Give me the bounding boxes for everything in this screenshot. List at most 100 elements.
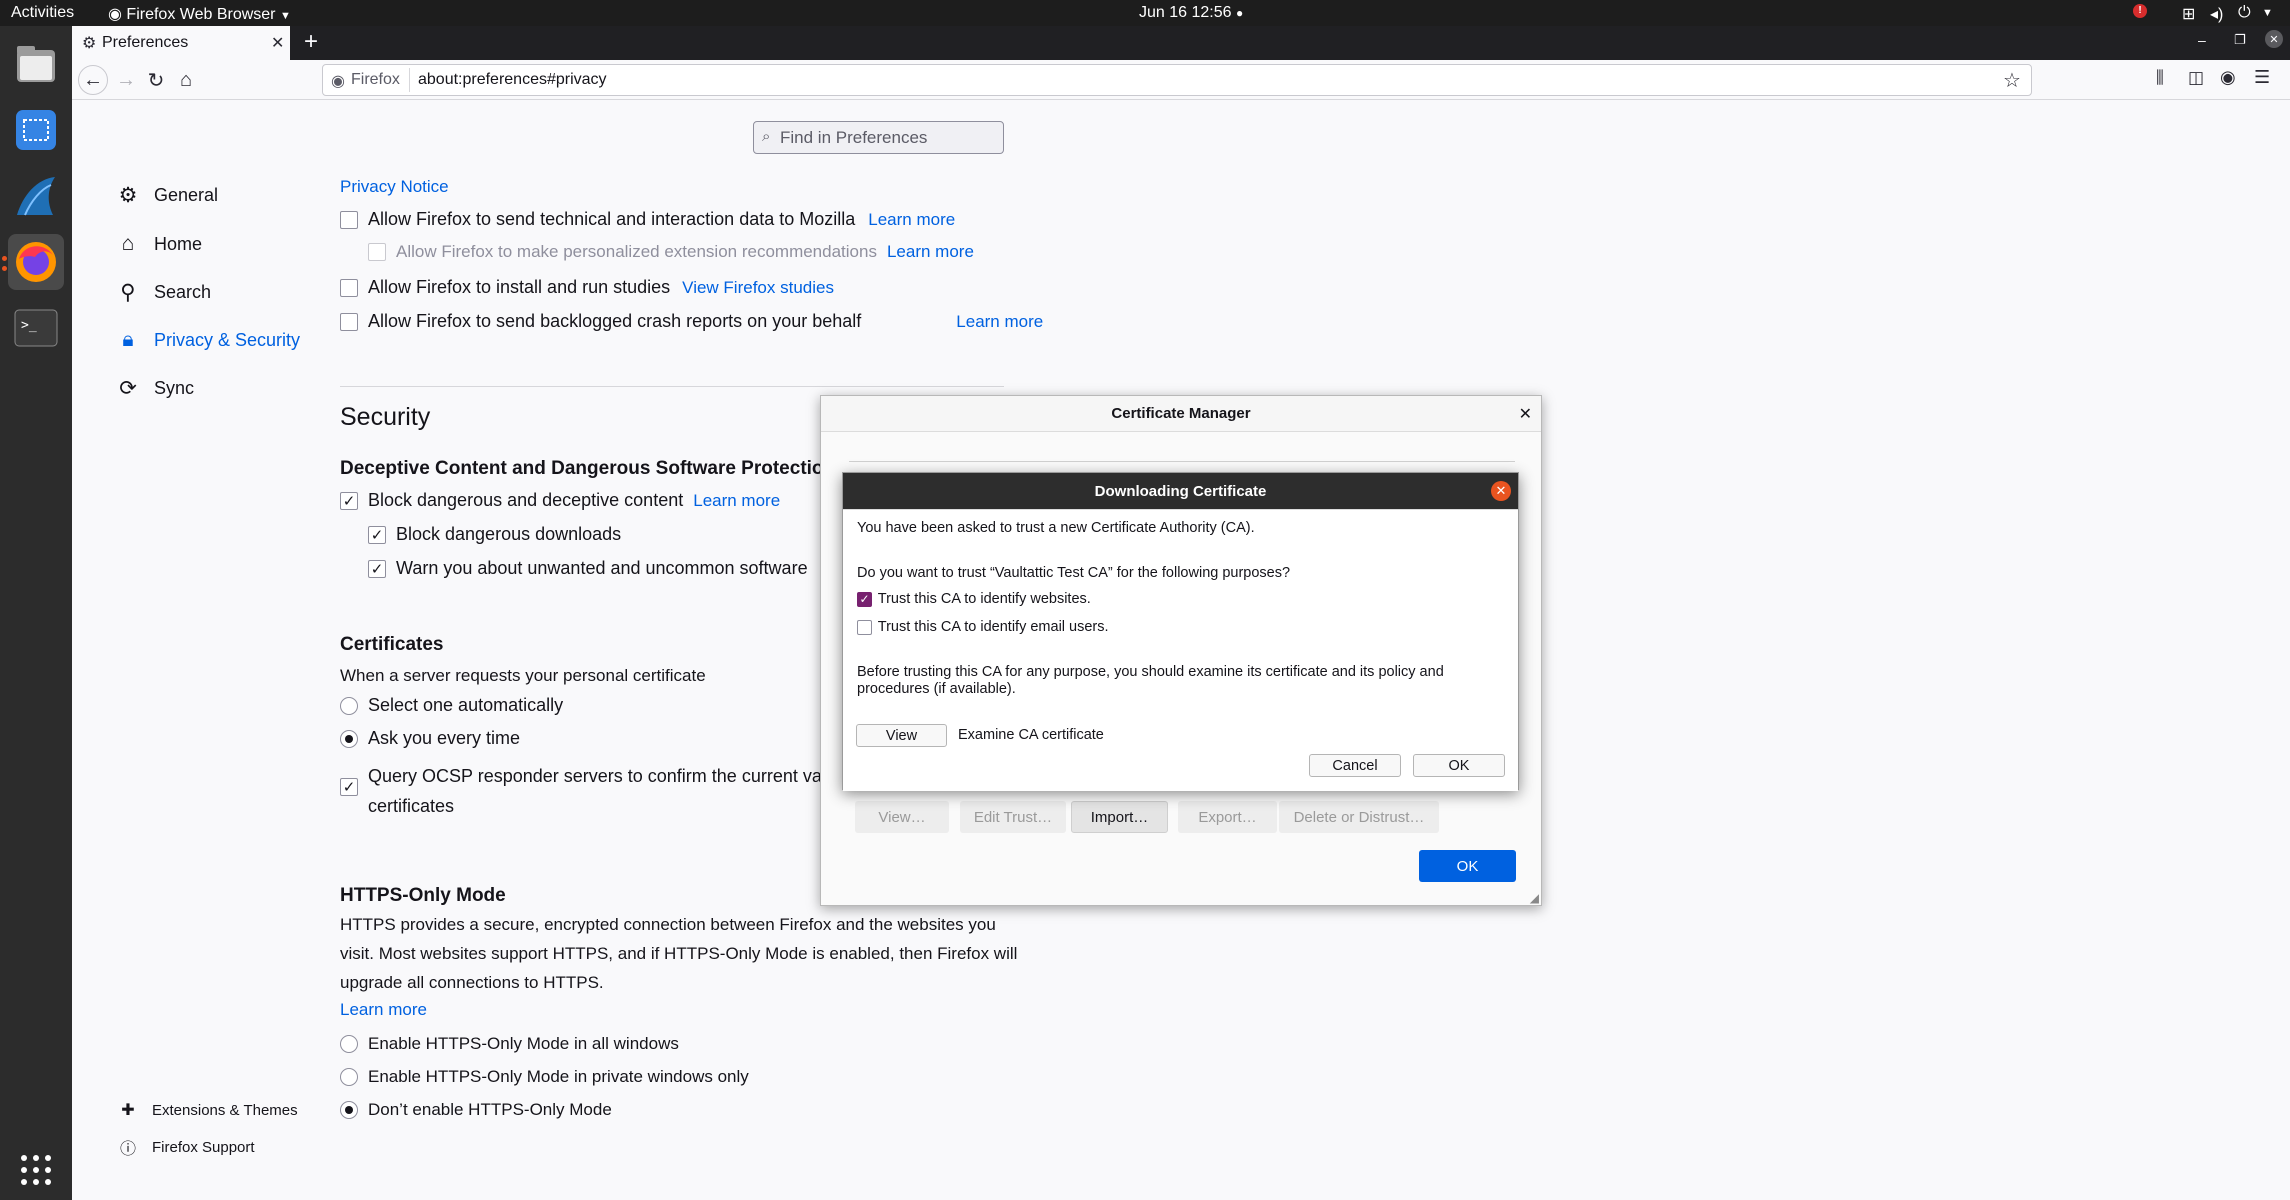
gear-icon: ⚙: [82, 35, 97, 52]
cert-import-button[interactable]: Import…: [1071, 801, 1168, 833]
category-extensions[interactable]: ✚ Extensions & Themes: [116, 1094, 297, 1126]
cert-export-button[interactable]: Export…: [1178, 801, 1277, 833]
cert-delete-button[interactable]: Delete or Distrust…: [1279, 801, 1439, 833]
telemetry-learn-more-link[interactable]: Learn more: [868, 210, 955, 230]
volume-icon[interactable]: ◂): [2210, 4, 2223, 24]
block-deceptive-checkbox[interactable]: ✓: [340, 491, 358, 510]
trust-email-checkbox[interactable]: [857, 619, 872, 635]
view-ca-certificate-button[interactable]: View: [856, 724, 947, 747]
ca-trust-intro: You have been asked to trust a new Certi…: [857, 520, 1255, 536]
trust-advice: Before trusting this CA for any purpose,…: [857, 664, 1444, 698]
https-private-only-label: Enable HTTPS-Only Mode in private window…: [368, 1067, 749, 1086]
dock-wireshark[interactable]: [8, 168, 64, 224]
new-tab-icon[interactable]: +: [304, 28, 318, 56]
grid-icon: [21, 1155, 51, 1185]
activities-button[interactable]: Activities: [11, 4, 74, 22]
power-icon[interactable]: ⏻: [2238, 4, 2251, 22]
forward-arrow-icon: →: [116, 68, 136, 91]
https-all-windows-radio[interactable]: [340, 1035, 358, 1053]
select-automatically-label: Select one automatically: [368, 695, 564, 715]
trust-email-row: Trust this CA to identify email users.: [857, 619, 1109, 635]
telemetry-checkbox[interactable]: [340, 210, 358, 229]
view-studies-link[interactable]: View Firefox studies: [682, 278, 834, 298]
close-tab-icon[interactable]: ✕: [271, 33, 284, 53]
https-learn-more-link[interactable]: Learn more: [340, 1000, 427, 1020]
reload-button[interactable]: ↻: [142, 66, 170, 94]
recommendations-label: Allow Firefox to make personalized exten…: [396, 242, 877, 261]
recommendations-row: Allow Firefox to make personalized exten…: [368, 242, 974, 262]
minimize-window-icon[interactable]: –: [2198, 32, 2206, 48]
ocsp-row: ✓ Query OCSP responder servers to confir…: [340, 761, 878, 821]
downloading-certificate-title: Downloading Certificate: [1094, 482, 1267, 500]
account-icon[interactable]: ◉: [2220, 67, 2236, 88]
cert-manager-ok-button[interactable]: OK: [1419, 850, 1516, 882]
chevron-down-icon: ▼: [279, 10, 291, 22]
url-bar[interactable]: ◉ Firefox about:preferences#privacy ☆: [322, 64, 2032, 96]
https-desc-line2: visit. Most websites support HTTPS, and …: [340, 944, 1018, 963]
telemetry-label: Allow Firefox to send technical and inte…: [368, 209, 856, 229]
sidebar-icon[interactable]: ◫: [2188, 68, 2204, 88]
tab-preferences[interactable]: ⚙ Preferences ✕: [72, 26, 290, 60]
category-label: Privacy & Security: [154, 329, 301, 350]
category-home[interactable]: ⌂ Home: [116, 228, 202, 260]
crash-reports-learn-more-link[interactable]: Learn more: [956, 312, 1043, 332]
close-icon[interactable]: ✕: [1491, 481, 1511, 501]
close-icon[interactable]: ✕: [1519, 404, 1532, 424]
home-button[interactable]: ⌂: [172, 66, 200, 94]
category-search[interactable]: ⚲ Search: [116, 276, 211, 308]
dock-files[interactable]: [8, 36, 64, 92]
category-privacy[interactable]: 🔒︎ Privacy & Security: [116, 324, 300, 356]
category-sync[interactable]: ⟳ Sync: [116, 372, 194, 404]
trust-websites-label: Trust this CA to identify websites.: [877, 591, 1091, 607]
deceptive-learn-more-link[interactable]: Learn more: [693, 491, 780, 511]
recommendations-learn-more-link[interactable]: Learn more: [887, 242, 974, 262]
network-icon[interactable]: ⊞: [2182, 4, 2195, 24]
close-window-icon[interactable]: ✕: [2265, 30, 2283, 48]
back-button[interactable]: ←: [78, 65, 108, 95]
crash-reports-checkbox[interactable]: [340, 312, 358, 331]
show-apps-button[interactable]: [8, 1142, 64, 1198]
dock-screenshot[interactable]: [8, 102, 64, 158]
recommendations-checkbox[interactable]: [368, 243, 386, 261]
category-support[interactable]: ⓘ Firefox Support: [116, 1131, 255, 1163]
trust-websites-checkbox[interactable]: ✓: [857, 591, 872, 607]
https-all-windows-row: Enable HTTPS-Only Mode in all windows: [340, 1034, 679, 1054]
app-menu[interactable]: ◉ Firefox Web Browser ▼: [108, 4, 291, 24]
forward-button[interactable]: →: [112, 66, 140, 94]
hamburger-menu-icon[interactable]: ☰: [2254, 67, 2270, 88]
dock-firefox[interactable]: [8, 234, 64, 290]
restore-window-icon[interactable]: ❐: [2234, 32, 2246, 48]
identity-label[interactable]: Firefox: [351, 71, 400, 89]
resize-grip-icon[interactable]: ◢: [1530, 891, 1539, 905]
ask-every-time-radio[interactable]: [340, 729, 358, 748]
cert-edit-trust-button[interactable]: Edit Trust…: [960, 801, 1066, 833]
cert-view-button[interactable]: View…: [855, 801, 949, 833]
find-in-preferences-input[interactable]: ⌕ Find in Preferences: [753, 121, 1004, 154]
system-menu-chevron-icon[interactable]: ▼: [2262, 7, 2273, 19]
https-desc-line3: upgrade all connections to HTTPS.: [340, 973, 604, 992]
category-general[interactable]: ⚙ General: [116, 179, 218, 211]
url-text[interactable]: about:preferences#privacy: [418, 71, 607, 89]
https-dont-enable-label: Don’t enable HTTPS-Only Mode: [368, 1100, 612, 1119]
category-label: General: [154, 184, 219, 205]
https-dont-enable-radio[interactable]: [340, 1101, 358, 1119]
tab-strip-line: [849, 461, 1515, 462]
clock[interactable]: Jun 16 12:56: [1139, 4, 1232, 22]
file-manager-icon: [17, 46, 55, 82]
search-icon: ⚲: [120, 280, 136, 304]
library-icon[interactable]: ⫼: [2156, 68, 2164, 88]
https-private-only-radio[interactable]: [340, 1068, 358, 1086]
ocsp-checkbox[interactable]: ✓: [340, 778, 358, 796]
bookmark-star-icon[interactable]: ☆: [2003, 68, 2021, 93]
dock-terminal[interactable]: >_: [8, 300, 64, 356]
warn-unwanted-checkbox[interactable]: ✓: [368, 559, 386, 578]
cancel-button[interactable]: Cancel: [1309, 754, 1401, 777]
trust-websites-row: ✓ Trust this CA to identify websites.: [857, 591, 1091, 607]
block-downloads-checkbox[interactable]: ✓: [368, 525, 386, 544]
ok-button[interactable]: OK: [1413, 754, 1505, 777]
studies-checkbox[interactable]: [340, 278, 358, 297]
select-automatically-radio[interactable]: [340, 696, 358, 715]
ocsp-label-line1: Query OCSP responder servers to confirm …: [368, 766, 878, 786]
privacy-notice-link[interactable]: Privacy Notice: [340, 177, 449, 197]
alert-icon[interactable]: !: [2133, 4, 2147, 18]
